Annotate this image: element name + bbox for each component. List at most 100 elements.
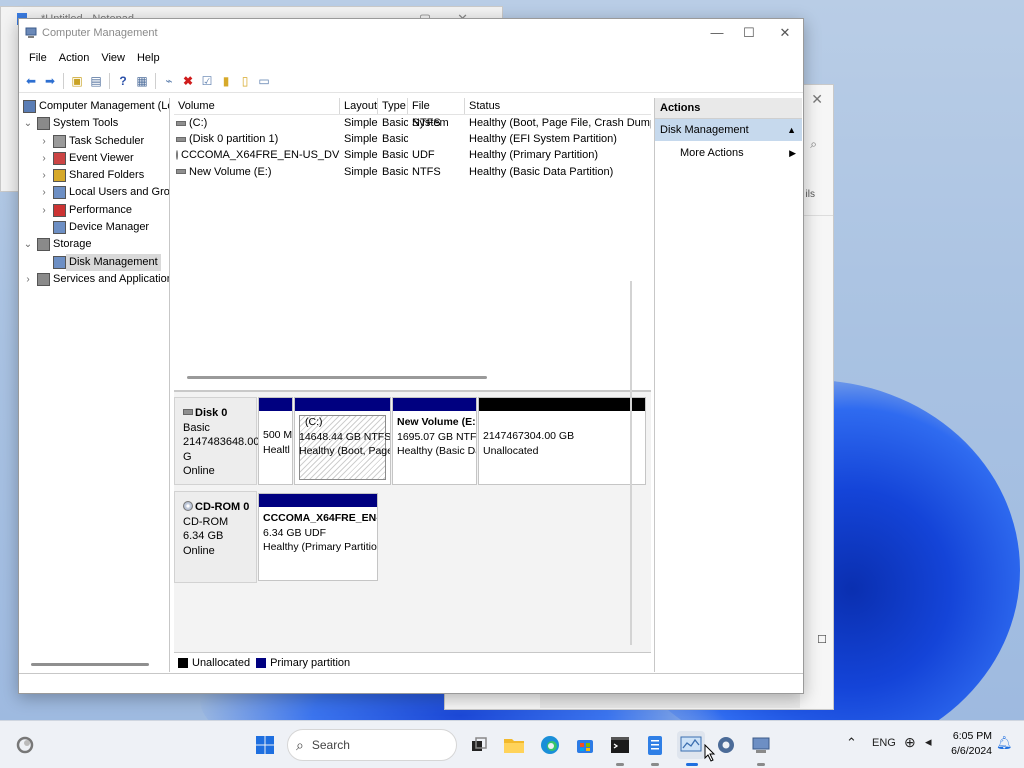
- folder-icon[interactable]: ▮: [218, 73, 234, 89]
- maximize-button[interactable]: ☐: [729, 22, 769, 44]
- delete-icon[interactable]: ✖: [180, 73, 196, 89]
- volume-list-horizontal-scrollbar[interactable]: [187, 376, 487, 379]
- tree-item-task-scheduler[interactable]: › Task Scheduler: [19, 133, 169, 150]
- terminal-icon[interactable]: [607, 732, 633, 758]
- column-header-layout[interactable]: Layout: [340, 98, 378, 114]
- partition-unallocated[interactable]: 2147467304.00 GB Unallocated: [478, 397, 646, 485]
- taskbar-search-box[interactable]: ⌕ Search: [287, 729, 457, 761]
- disk-0-row[interactable]: Disk 0 Basic 2147483648.00 G Online 500 …: [174, 397, 651, 485]
- control-panel-icon[interactable]: [748, 732, 774, 758]
- tree-item-performance[interactable]: › Performance: [19, 202, 169, 219]
- tree-item-computer-management-local[interactable]: Computer Management (Local: [19, 98, 169, 115]
- partition-efi[interactable]: 500 M Healtl: [258, 397, 293, 485]
- folder-search-icon[interactable]: ▯: [237, 73, 253, 89]
- store-icon[interactable]: [572, 732, 598, 758]
- up-folder-icon[interactable]: ▣: [69, 73, 85, 89]
- language-indicator[interactable]: ENG: [872, 737, 896, 749]
- clock[interactable]: 6:05 PM 6/6/2024: [944, 729, 992, 759]
- tree-item-shared-folders[interactable]: › Shared Folders: [19, 167, 169, 184]
- file-explorer-icon[interactable]: [501, 732, 527, 758]
- cdrom-0-size: 6.34 GB: [183, 530, 224, 542]
- dialog-close-icon[interactable]: ✕: [811, 91, 823, 108]
- volume-row[interactable]: New Volume (E:) Simple Basic NTFS Healthy (B…: [174, 164, 651, 180]
- menu-view[interactable]: View: [95, 52, 131, 64]
- volume-row[interactable]: CCCOMA_X64FRE_EN-US_DV9 (D:) Simple Basic U…: [174, 147, 651, 163]
- title-bar[interactable]: Computer Management — ☐ ✕: [19, 19, 803, 47]
- check-icon[interactable]: ☑: [199, 73, 215, 89]
- partition-unallocated-bar: [479, 398, 645, 411]
- show-hide-tree-icon[interactable]: ▤: [88, 73, 104, 89]
- tree-item-services-and-applications[interactable]: › Services and Applications: [19, 271, 169, 288]
- tree-horizontal-scrollbar[interactable]: [31, 663, 149, 666]
- expand-right-icon[interactable]: ›: [39, 184, 49, 201]
- notepad-icon[interactable]: [642, 732, 668, 758]
- computer-management-taskbar-icon[interactable]: [677, 731, 705, 759]
- tree-item-local-users-and-groups[interactable]: › Local Users and Groups: [19, 184, 169, 201]
- tree-item-storage[interactable]: ⌄ Storage: [19, 236, 169, 253]
- actions-section-label: Disk Management: [660, 124, 749, 136]
- console-tree[interactable]: Computer Management (Local ⌄ System Tools ›…: [19, 98, 170, 672]
- partition-c[interactable]: (C:) 14648.44 GB NTFS Healthy (Boot, Pag…: [294, 397, 391, 485]
- actions-section-disk-management[interactable]: Disk Management ▲: [655, 119, 802, 141]
- widgets-icon[interactable]: [12, 732, 38, 758]
- menu-help[interactable]: Help: [131, 52, 166, 64]
- close-button[interactable]: ✕: [765, 22, 805, 44]
- computer-management-window[interactable]: Computer Management — ☐ ✕ File Action Vi…: [18, 18, 804, 694]
- edge-icon[interactable]: [537, 732, 563, 758]
- disk-view-vertical-scrollbar[interactable]: [630, 281, 632, 645]
- more-actions-item[interactable]: More Actions ▶: [655, 141, 802, 165]
- column-header-file-system[interactable]: File System: [408, 98, 465, 129]
- disk-0-label[interactable]: Disk 0 Basic 2147483648.00 G Online: [174, 397, 260, 485]
- volume-status-cell: Healthy (Primary Partition): [469, 149, 598, 162]
- tree-item-event-viewer[interactable]: › Event Viewer: [19, 150, 169, 167]
- settings-gear-icon[interactable]: [713, 732, 739, 758]
- partition-cdrom[interactable]: CCCOMA_X64FRE_EN-US 6.34 GB UDF Healthy …: [258, 493, 378, 581]
- volume-name: New Volume (E:): [189, 165, 272, 178]
- task-view-icon[interactable]: [466, 732, 492, 758]
- view-icon[interactable]: ▭: [256, 73, 272, 89]
- computer-management-active-indicator: [686, 763, 698, 766]
- column-header-type[interactable]: Type: [378, 98, 408, 114]
- forward-arrow-icon[interactable]: ➡: [42, 73, 58, 89]
- tree-item-device-manager[interactable]: Device Manager: [19, 219, 169, 236]
- properties-icon[interactable]: ▦: [134, 73, 150, 89]
- expand-down-icon[interactable]: ⌄: [23, 115, 33, 132]
- expand-right-icon[interactable]: ›: [39, 202, 49, 219]
- notification-bell-icon[interactable]: 🔔︎: [996, 735, 1013, 751]
- dialog-partial-label: ils: [805, 189, 815, 200]
- start-icon[interactable]: [252, 732, 278, 758]
- tree-item-system-tools[interactable]: ⌄ System Tools: [19, 115, 169, 132]
- connect-icon[interactable]: ⌁: [161, 73, 177, 89]
- column-header-status[interactable]: Status: [465, 98, 651, 114]
- volume-row[interactable]: (C:) Simple Basic NTFS Healthy (Boot, Page F…: [174, 115, 651, 131]
- dialog-search-icon[interactable]: ⌕: [810, 137, 817, 152]
- dialog-checkbox-icon[interactable]: ☐: [817, 633, 827, 646]
- legend: Unallocated Primary partition: [174, 652, 651, 672]
- partition-efi-bar: [259, 398, 292, 411]
- expand-right-icon[interactable]: ›: [39, 150, 49, 167]
- tree-item-icon: [37, 117, 50, 131]
- column-header-volume[interactable]: Volume: [174, 98, 340, 114]
- partition-e[interactable]: New Volume (E: 1695.07 GB NTFS Healthy (…: [392, 397, 477, 485]
- back-arrow-icon[interactable]: ⬅: [23, 73, 39, 89]
- collapse-up-icon[interactable]: ▲: [787, 119, 796, 141]
- menu-action[interactable]: Action: [53, 52, 96, 64]
- network-globe-icon[interactable]: ⊕: [904, 734, 916, 751]
- expand-right-icon[interactable]: ›: [39, 167, 49, 184]
- tree-item-disk-management[interactable]: Disk Management: [19, 253, 169, 271]
- chevron-up-icon[interactable]: ⌃: [846, 735, 857, 751]
- disk-0-size: 2147483648.00 G: [183, 436, 260, 463]
- tree-item-label: Task Scheduler: [69, 134, 145, 147]
- cdrom-0-row[interactable]: CD-ROM 0 CD-ROM 6.34 GB Online CCCOMA_X6…: [174, 491, 651, 583]
- expand-right-icon[interactable]: ›: [23, 271, 33, 288]
- graphical-disk-view[interactable]: Disk 0 Basic 2147483648.00 G Online 500 …: [174, 392, 651, 652]
- volume-list[interactable]: Volume Layout Type File System Status (C…: [174, 98, 651, 392]
- cdrom-0-label[interactable]: CD-ROM 0 CD-ROM 6.34 GB Online: [174, 491, 257, 583]
- expand-right-icon[interactable]: ›: [39, 133, 49, 150]
- menu-file[interactable]: File: [23, 52, 53, 64]
- volume-icon[interactable]: ◂: [925, 734, 932, 750]
- cdrom-0-name: CD-ROM 0: [195, 501, 250, 513]
- volume-row[interactable]: (Disk 0 partition 1) Simple Basic Healthy (…: [174, 131, 651, 147]
- expand-down-icon[interactable]: ⌄: [23, 236, 33, 253]
- help-icon[interactable]: ?: [115, 73, 131, 89]
